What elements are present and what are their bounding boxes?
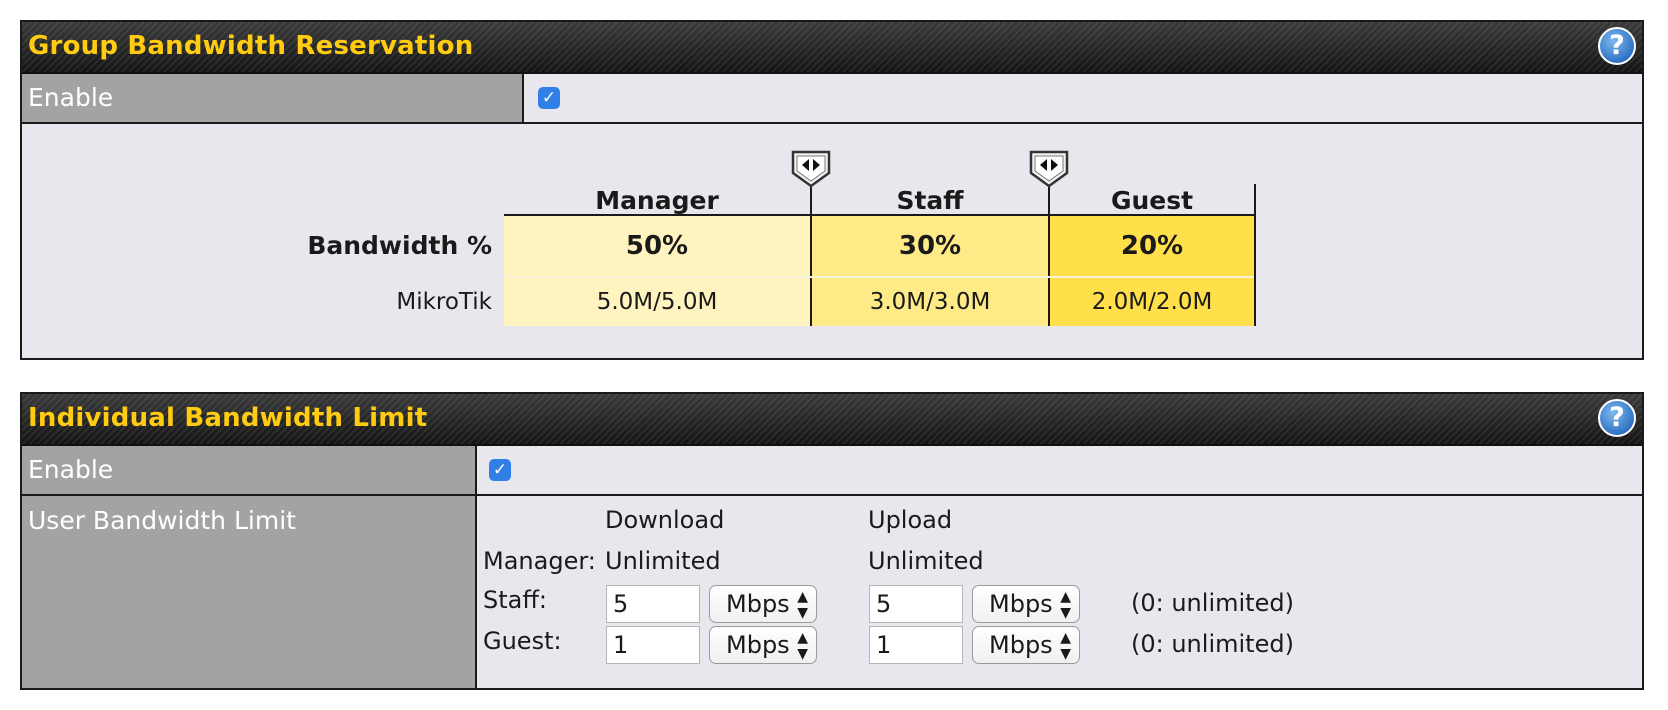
staff-rate: 3.0M/3.0M: [812, 278, 1048, 326]
manager-rate: 5.0M/5.0M: [504, 278, 810, 326]
enable-value: ✓: [524, 74, 1642, 122]
staff-download-unit-select[interactable]: Mbps ▲ ▼: [709, 585, 817, 623]
user-bandwidth-limit-value: Download Upload Manager: Unlimited Unlim…: [477, 496, 1642, 688]
staff-upload-unit-select[interactable]: Mbps ▲ ▼: [972, 585, 1080, 623]
panel-title: Individual Bandwidth Limit: [28, 403, 428, 433]
guest-label: Guest:: [483, 627, 562, 655]
manager-upload: Unlimited: [868, 547, 984, 575]
divider-staff-guest: [1048, 184, 1050, 326]
user-bandwidth-limit-label: User Bandwidth Limit: [22, 496, 477, 688]
panel-header: Group Bandwidth Reservation ?: [22, 22, 1642, 74]
enable-label: Enable: [22, 446, 477, 494]
staff-percent: 30%: [812, 216, 1048, 276]
user-bandwidth-limit-row: User Bandwidth Limit Download Upload Man…: [22, 496, 1642, 688]
resize-handle-icon[interactable]: [1028, 149, 1070, 189]
enable-row: Enable ✓: [22, 74, 1642, 124]
bandwidth-percent-label: Bandwidth %: [307, 231, 492, 260]
upload-header: Upload: [868, 506, 953, 534]
select-arrows-icon: ▲ ▼: [797, 589, 808, 621]
guest-download-unit-select[interactable]: Mbps ▲ ▼: [709, 626, 817, 664]
panel-title: Group Bandwidth Reservation: [28, 31, 474, 61]
staff-upload-input[interactable]: 5: [869, 585, 963, 623]
bandwidth-allocation: Manager Staff Guest Bandwidth % MikroTik…: [22, 124, 1642, 358]
divider-guest-end: [1254, 184, 1256, 326]
header-underline: [504, 214, 1256, 216]
enable-checkbox[interactable]: ✓: [538, 87, 560, 109]
enable-checkbox[interactable]: ✓: [489, 459, 511, 481]
guest-upload-unit: Mbps: [989, 631, 1053, 659]
staff-upload-unit: Mbps: [989, 590, 1053, 618]
guest-download-unit: Mbps: [726, 631, 790, 659]
manager-label: Manager:: [483, 547, 596, 575]
guest-download-input[interactable]: 1: [606, 626, 700, 664]
divider-manager-staff: [810, 184, 812, 326]
enable-label: Enable: [22, 74, 524, 122]
staff-hint: (0: unlimited): [1131, 589, 1294, 617]
select-arrows-icon: ▲ ▼: [797, 630, 808, 662]
download-header: Download: [605, 506, 725, 534]
panel-header: Individual Bandwidth Limit ?: [22, 394, 1642, 446]
guest-upload-unit-select[interactable]: Mbps ▲ ▼: [972, 626, 1080, 664]
enable-row: Enable ✓: [22, 446, 1642, 496]
help-icon[interactable]: ?: [1598, 27, 1636, 65]
guest-hint: (0: unlimited): [1131, 630, 1294, 658]
device-label: MikroTik: [396, 289, 492, 315]
staff-download-input[interactable]: 5: [606, 585, 700, 623]
manager-percent: 50%: [504, 216, 810, 276]
help-icon[interactable]: ?: [1598, 399, 1636, 437]
guest-upload-input[interactable]: 1: [869, 626, 963, 664]
guest-percent: 20%: [1050, 216, 1254, 276]
enable-value: ✓: [477, 446, 1642, 494]
row-separator: [504, 276, 1254, 278]
group-bandwidth-panel: Group Bandwidth Reservation ? Enable ✓ M…: [20, 20, 1644, 360]
manager-download: Unlimited: [605, 547, 721, 575]
select-arrows-icon: ▲ ▼: [1060, 589, 1071, 621]
staff-label: Staff:: [483, 586, 547, 614]
staff-download-unit: Mbps: [726, 590, 790, 618]
individual-bandwidth-panel: Individual Bandwidth Limit ? Enable ✓ Us…: [20, 392, 1644, 690]
guest-rate: 2.0M/2.0M: [1050, 278, 1254, 326]
select-arrows-icon: ▲ ▼: [1060, 630, 1071, 662]
resize-handle-icon[interactable]: [790, 149, 832, 189]
